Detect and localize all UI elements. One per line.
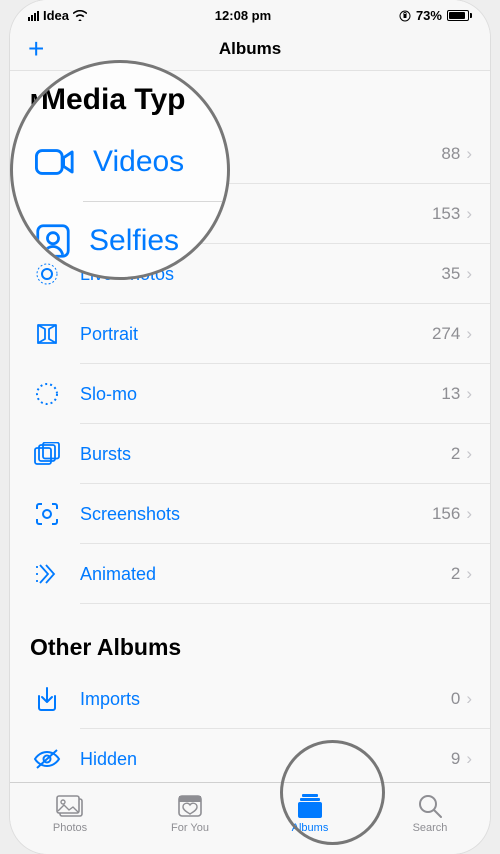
tab-label: Albums: [292, 822, 329, 834]
row-label: Portrait: [64, 324, 432, 345]
live-photos-icon: [30, 257, 64, 291]
tab-label: For You: [171, 822, 209, 834]
lock-icon: [399, 10, 411, 22]
selfie-icon: [30, 197, 64, 231]
row-count: 0: [451, 689, 466, 709]
nav-bar: + Albums: [10, 27, 490, 71]
carrier-label: Idea: [43, 8, 69, 23]
chevron-right-icon: ›: [466, 144, 472, 164]
tab-photos[interactable]: Photos: [10, 783, 130, 854]
chevron-right-icon: ›: [466, 504, 472, 524]
media-row-videos[interactable]: Videos 88 ›: [10, 124, 490, 184]
media-row-animated[interactable]: Animated 2 ›: [10, 544, 490, 604]
media-row-selfies[interactable]: Selfies 153 ›: [10, 184, 490, 244]
row-label: Videos: [64, 144, 441, 165]
tab-label: Photos: [53, 822, 87, 834]
row-label: Screenshots: [64, 504, 432, 525]
battery-pct: 73%: [416, 8, 442, 23]
media-row-portrait[interactable]: Portrait 274 ›: [10, 304, 490, 364]
time-label: 12:08 pm: [215, 8, 271, 23]
photos-tab-icon: [55, 792, 85, 820]
section-media-types-heading: Media Types: [10, 71, 490, 124]
bursts-icon: [30, 437, 64, 471]
portrait-icon: [30, 317, 64, 351]
tab-label: Search: [413, 822, 448, 834]
row-label: Imports: [64, 689, 451, 710]
animated-icon: [30, 557, 64, 591]
video-icon: [30, 137, 64, 171]
row-label: Animated: [64, 564, 451, 585]
row-count: 274: [432, 324, 466, 344]
chevron-right-icon: ›: [466, 564, 472, 584]
albums-tab-icon: [295, 792, 325, 820]
battery-icon: [447, 10, 472, 21]
hidden-icon: [30, 742, 64, 776]
row-label: Slo-mo: [64, 384, 441, 405]
chevron-right-icon: ›: [466, 324, 472, 344]
row-label: Selfies: [64, 204, 432, 225]
search-tab-icon: [417, 792, 443, 820]
other-row-imports[interactable]: Imports 0 ›: [10, 669, 490, 729]
status-bar: Idea 12:08 pm 73%: [10, 0, 490, 27]
row-count: 2: [451, 564, 466, 584]
page-title: Albums: [219, 39, 281, 59]
section-other-albums-heading: Other Albums: [10, 604, 490, 669]
row-count: 35: [441, 264, 466, 284]
row-label: Bursts: [64, 444, 451, 465]
slomo-icon: [30, 377, 64, 411]
foryou-tab-icon: [177, 792, 203, 820]
chevron-right-icon: ›: [466, 204, 472, 224]
row-count: 153: [432, 204, 466, 224]
media-row-slomo[interactable]: Slo-mo 13 ›: [10, 364, 490, 424]
row-count: 13: [441, 384, 466, 404]
row-count: 88: [441, 144, 466, 164]
media-row-bursts[interactable]: Bursts 2 ›: [10, 424, 490, 484]
tab-bar: Photos For You Albums Search: [10, 782, 490, 854]
other-row-hidden[interactable]: Hidden 9 ›: [10, 729, 490, 789]
row-label: Live Photos: [64, 264, 441, 285]
signal-icon: [28, 11, 39, 21]
media-row-screenshots[interactable]: Screenshots 156 ›: [10, 484, 490, 544]
wifi-icon: [73, 10, 87, 21]
media-row-live[interactable]: Live Photos 35 ›: [10, 244, 490, 304]
chevron-right-icon: ›: [466, 689, 472, 709]
tab-search[interactable]: Search: [370, 783, 490, 854]
chevron-right-icon: ›: [466, 444, 472, 464]
imports-icon: [30, 682, 64, 716]
row-count: 156: [432, 504, 466, 524]
screenshots-icon: [30, 497, 64, 531]
row-label: Hidden: [64, 749, 451, 770]
row-count: 2: [451, 444, 466, 464]
tab-albums[interactable]: Albums: [250, 783, 370, 854]
tab-foryou[interactable]: For You: [130, 783, 250, 854]
chevron-right-icon: ›: [466, 384, 472, 404]
chevron-right-icon: ›: [466, 749, 472, 769]
chevron-right-icon: ›: [466, 264, 472, 284]
add-button[interactable]: +: [28, 33, 44, 65]
row-count: 9: [451, 749, 466, 769]
